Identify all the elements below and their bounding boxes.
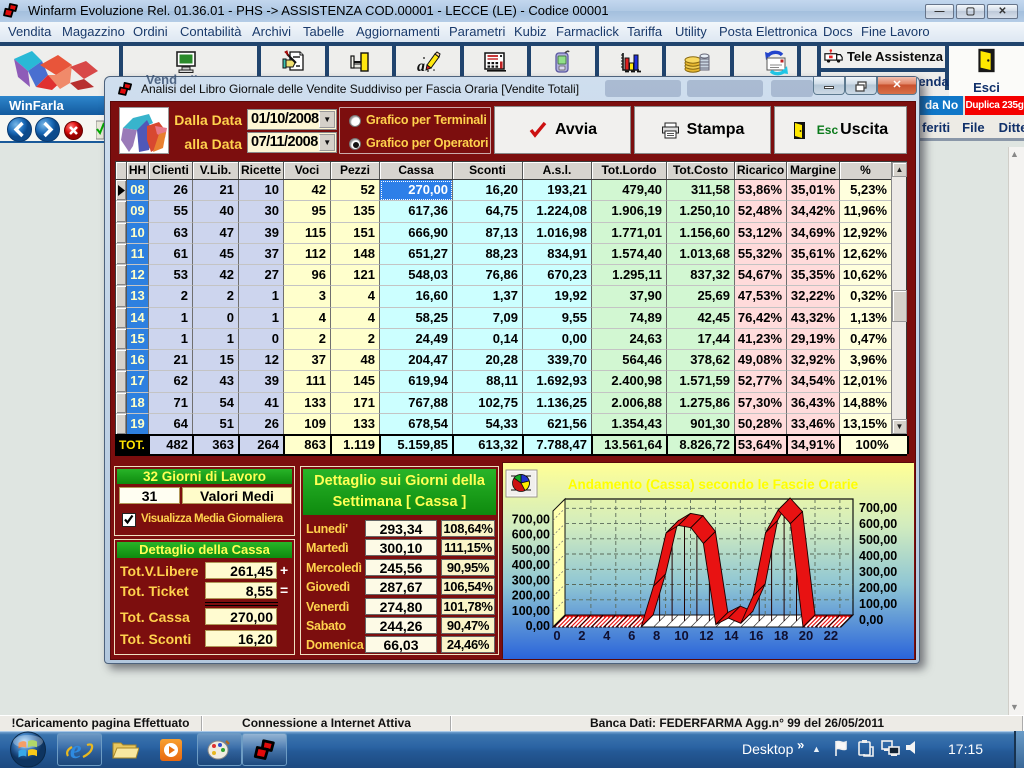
svg-text:0: 0 [553,628,560,643]
svg-text:400,00: 400,00 [512,558,550,572]
svg-text:2: 2 [578,628,585,643]
svg-text:e: e [70,735,82,764]
svg-text:8: 8 [653,628,660,643]
svg-text:100,00: 100,00 [512,604,550,618]
svg-text:10: 10 [674,628,688,643]
svg-text:200,00: 200,00 [512,589,550,603]
svg-text:600,00: 600,00 [512,528,550,542]
svg-text:0,00: 0,00 [526,619,550,633]
svg-text:Andamento (Cassa) secondo le F: Andamento (Cassa) secondo le Fascie Orar… [568,477,859,492]
svg-text:16: 16 [749,628,763,643]
svg-text:300,00: 300,00 [859,565,897,579]
svg-text:100,00: 100,00 [859,597,897,611]
svg-text:600,00: 600,00 [859,517,897,531]
svg-text:500,00: 500,00 [859,533,897,547]
svg-text:0,00: 0,00 [859,613,883,627]
svg-text:20: 20 [799,628,813,643]
svg-text:6: 6 [628,628,635,643]
svg-text:18: 18 [774,628,788,643]
svg-text:200,00: 200,00 [859,581,897,595]
svg-text:22: 22 [824,628,838,643]
svg-text:500,00: 500,00 [512,543,550,557]
svg-text:a: a [417,58,425,74]
svg-text:12: 12 [699,628,713,643]
svg-text:4: 4 [603,628,611,643]
svg-text:400,00: 400,00 [859,549,897,563]
svg-text:14: 14 [724,628,739,643]
svg-text:300,00: 300,00 [512,573,550,587]
svg-text:700,00: 700,00 [859,501,897,515]
svg-text:700,00: 700,00 [512,512,550,526]
